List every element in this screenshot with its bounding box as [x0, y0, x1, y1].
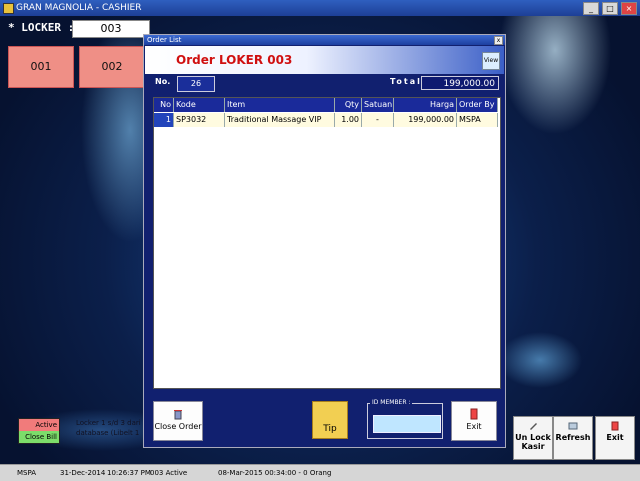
status-legend: Active Close Bill	[18, 418, 60, 444]
total-label: Total	[390, 77, 422, 86]
unlock-kasir-button[interactable]: Un Lock Kasir	[513, 416, 553, 460]
main-exit-button[interactable]: Exit	[595, 416, 635, 460]
cell-order-by: MSPA	[457, 113, 498, 127]
col-header-satuan[interactable]: Satuan	[362, 98, 394, 112]
legend-close-bill: Close Bill	[19, 431, 59, 443]
locker-label: * LOCKER :	[8, 21, 75, 34]
dialog-header: Order LOKER 003 View	[145, 46, 504, 74]
order-header-title: Order LOKER 003	[176, 53, 293, 67]
legend-info-line1: Locker 1 s/d 3 dari	[76, 419, 141, 427]
unlock-kasir-label: Un Lock Kasir	[515, 433, 551, 451]
table-row[interactable]: 1 SP3032 Traditional Massage VIP 1.00 - …	[154, 113, 498, 127]
cell-satuan: -	[362, 113, 394, 127]
refresh-button[interactable]: Refresh	[553, 416, 593, 460]
exit-door-icon	[470, 408, 478, 420]
order-list-dialog: Order List x Order LOKER 003 View No. 26…	[143, 34, 506, 448]
status-session: 08-Mar-2015 00:34:00 - 0 Orang	[218, 469, 332, 477]
cell-qty: 1.00	[335, 113, 362, 127]
status-locker: 003 Active	[150, 469, 188, 477]
status-time: 10:26:37 PM	[107, 469, 151, 477]
locker-button-002[interactable]: 002	[79, 46, 145, 88]
main-exit-label: Exit	[606, 433, 624, 442]
cell-item: Traditional Massage VIP	[225, 113, 335, 127]
refresh-label: Refresh	[555, 433, 591, 442]
order-no-label: No.	[155, 77, 171, 86]
tip-button[interactable]: Tip	[306, 401, 354, 439]
status-user: MSPA	[17, 469, 37, 477]
id-member-input[interactable]	[373, 415, 441, 433]
dialog-exit-label: Exit	[466, 422, 482, 431]
trash-icon	[174, 410, 182, 420]
locker-button-001[interactable]: 001	[8, 46, 74, 88]
refresh-icon	[568, 422, 578, 430]
total-value: 199,000.00	[421, 76, 499, 90]
dialog-title: Order List	[147, 36, 182, 44]
order-no-value: 26	[177, 76, 215, 92]
col-header-order-by[interactable]: Order By	[457, 98, 498, 112]
window-titlebar: GRAN MAGNOLIA - CASHIER _ □ ×	[0, 0, 640, 16]
locker-input[interactable]: 003	[72, 20, 150, 38]
maximize-icon[interactable]: □	[602, 2, 618, 15]
col-header-qty[interactable]: Qty	[335, 98, 362, 112]
tip-envelope-icon: Tip	[312, 401, 348, 439]
order-grid[interactable]: No Kode Item Qty Satuan Harga Order By 1…	[153, 97, 501, 389]
pencil-icon	[530, 423, 537, 430]
dialog-titlebar: Order List x	[144, 35, 505, 45]
cell-harga: 199,000.00	[394, 113, 457, 127]
col-header-item[interactable]: Item	[225, 98, 335, 112]
legend-active: Active	[19, 419, 59, 431]
tip-label: Tip	[323, 424, 337, 434]
grid-header-row: No Kode Item Qty Satuan Harga Order By	[154, 98, 498, 112]
status-bar: MSPA 31-Dec-2014 10:26:37 PM 003 Active …	[0, 464, 640, 481]
close-icon[interactable]: ×	[621, 2, 637, 15]
close-order-button[interactable]: Close Order	[153, 401, 203, 441]
col-header-harga[interactable]: Harga	[394, 98, 457, 112]
id-member-label: ID MEMBER :	[370, 399, 413, 406]
status-date: 31-Dec-2014	[60, 469, 106, 477]
close-order-label: Close Order	[154, 422, 202, 431]
dialog-close-icon[interactable]: x	[494, 36, 503, 45]
col-header-no[interactable]: No	[154, 98, 174, 112]
cell-kode: SP3032	[174, 113, 225, 127]
cell-no: 1	[154, 113, 174, 127]
col-header-kode[interactable]: Kode	[174, 98, 225, 112]
window-controls: _ □ ×	[583, 2, 637, 15]
legend-info-line2: database (Libelt 1	[76, 429, 140, 437]
view-button[interactable]: View	[482, 52, 500, 70]
dialog-exit-button[interactable]: Exit	[451, 401, 497, 441]
legend-info: Locker 1 s/d 3 dari database (Libelt 1	[76, 418, 141, 438]
minimize-icon[interactable]: _	[583, 2, 599, 15]
exit-door-icon	[611, 421, 619, 431]
app-icon	[3, 3, 14, 14]
window-title: GRAN MAGNOLIA - CASHIER	[16, 3, 142, 13]
